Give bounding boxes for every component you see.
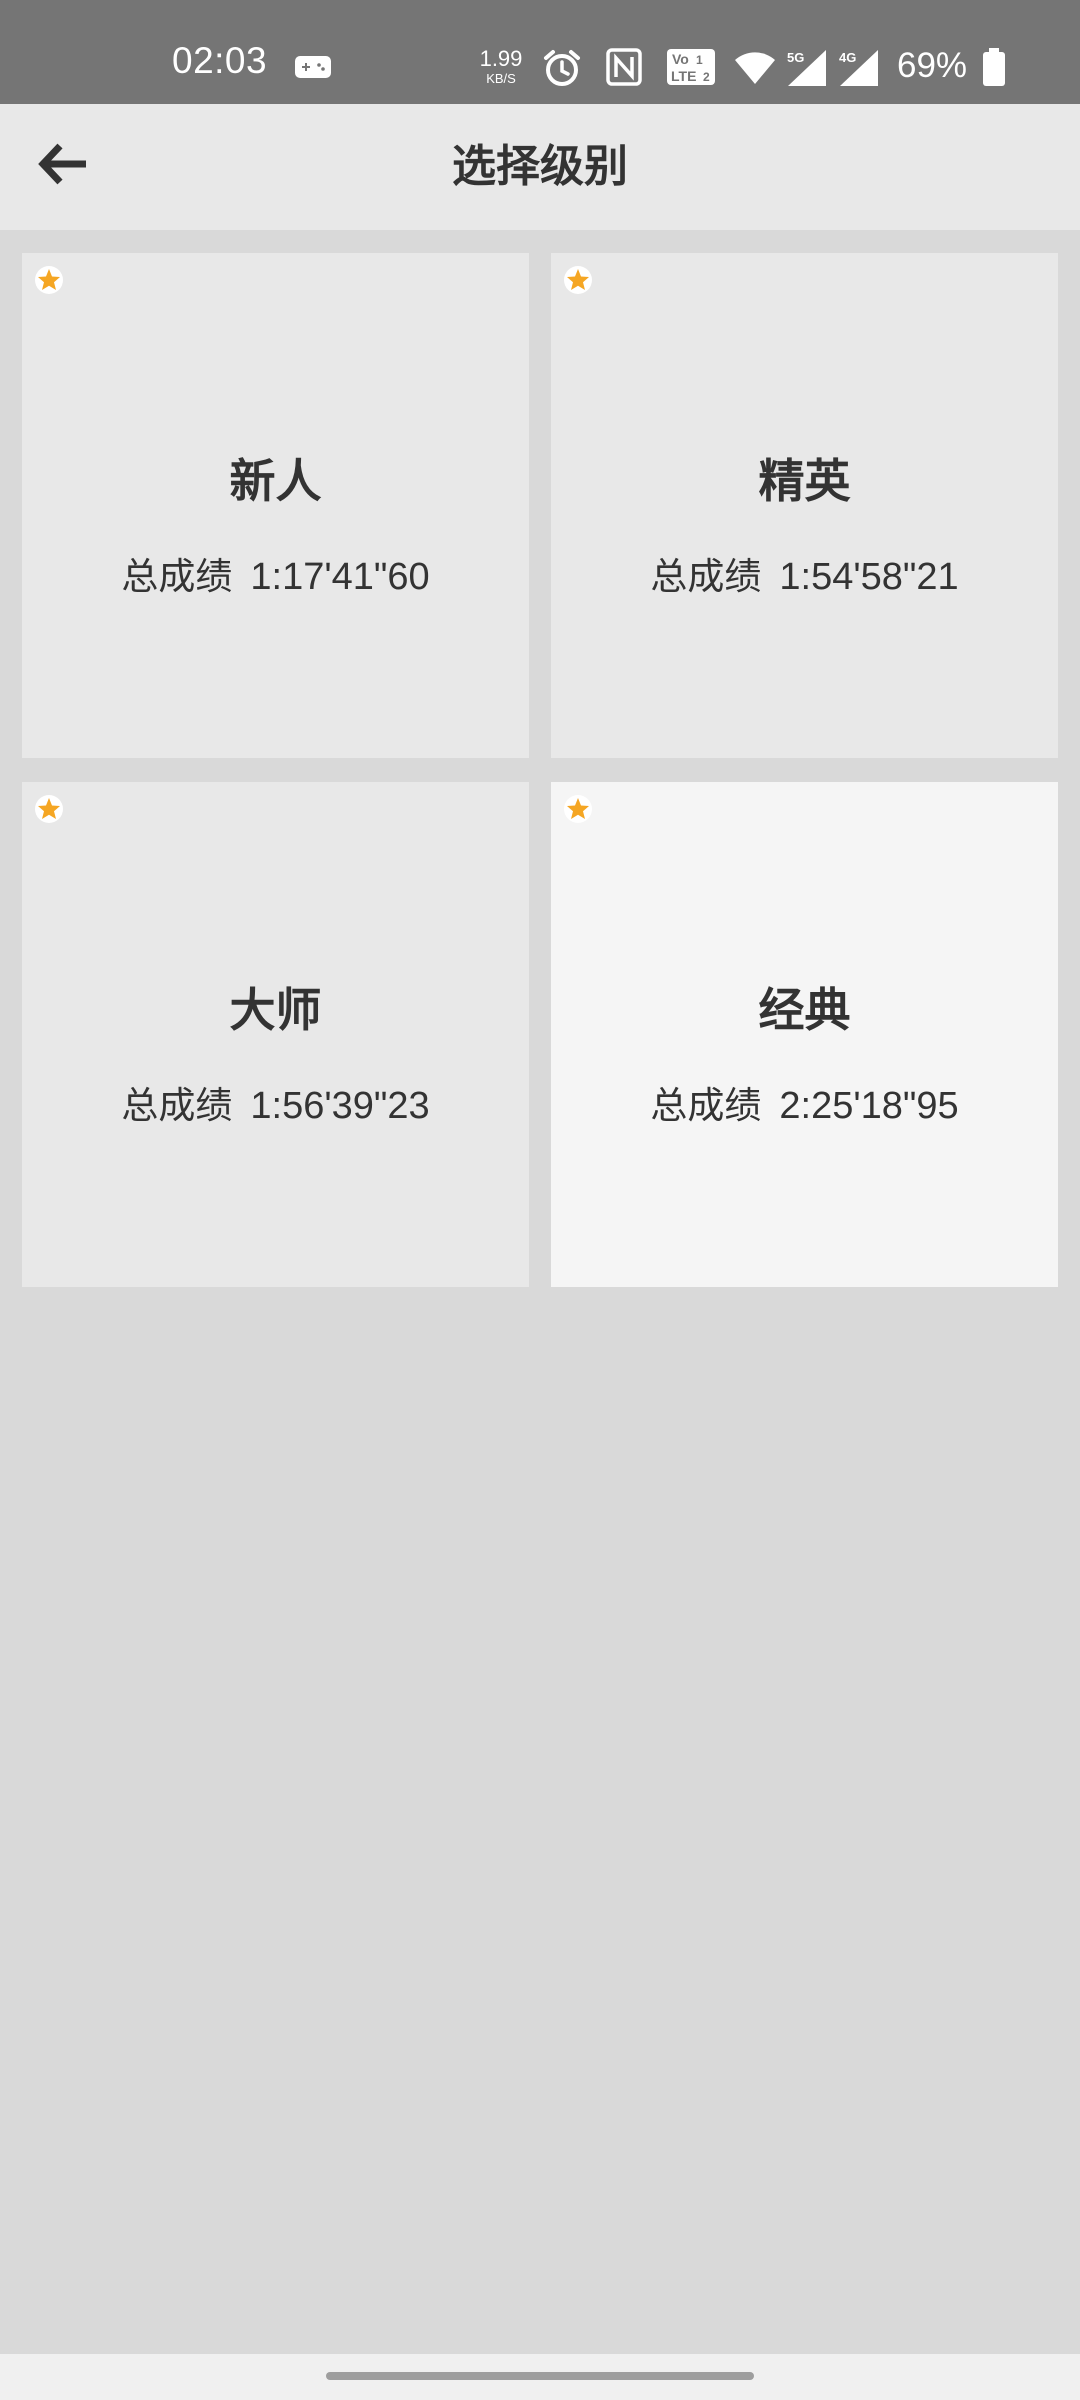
signal-5g-icon: 5G xyxy=(786,48,830,92)
score-label: 总成绩 xyxy=(650,1084,762,1127)
svg-text:LTE: LTE xyxy=(671,68,696,84)
level-name: 精英 xyxy=(758,454,851,508)
page-title: 选择级别 xyxy=(452,141,628,192)
alarm-icon xyxy=(542,48,582,92)
score-row: 总成绩 1:54'58"21 xyxy=(551,558,1058,596)
score-value: 1:17'41"60 xyxy=(250,556,430,598)
score-label: 总成绩 xyxy=(121,1084,233,1127)
level-card-master[interactable]: 大师 总成绩 1:56'39"23 xyxy=(22,782,529,1287)
gesture-handle[interactable] xyxy=(326,2372,754,2380)
level-card-newcomer[interactable]: 新人 总成绩 1:17'41"60 xyxy=(22,253,529,758)
svg-text:2: 2 xyxy=(703,70,710,84)
status-bar: 02:03 1.99 KB/S Vo 1 LTE 2 5G 4G 69% xyxy=(0,0,1080,104)
score-row: 总成绩 1:56'39"23 xyxy=(22,1087,529,1125)
nfc-icon xyxy=(606,48,642,90)
navigation-bar xyxy=(0,2354,1080,2400)
game-icon xyxy=(295,56,331,78)
net-speed-value: 1.99 xyxy=(479,46,523,71)
level-name: 大师 xyxy=(229,983,322,1037)
signal-4g-icon: 4G xyxy=(838,48,882,92)
score-label: 总成绩 xyxy=(650,555,762,598)
score-row: 总成绩 1:17'41"60 xyxy=(22,558,529,596)
score-row: 总成绩 2:25'18"95 xyxy=(551,1087,1058,1125)
level-name: 新人 xyxy=(229,454,322,508)
battery-percent: 69% xyxy=(897,46,968,85)
net-speed: 1.99 KB/S xyxy=(478,46,524,86)
volte-icon: Vo 1 LTE 2 xyxy=(666,48,716,90)
back-arrow-icon xyxy=(38,142,90,190)
app-bar: 选择级别 xyxy=(0,104,1080,230)
svg-text:5G: 5G xyxy=(787,50,804,65)
svg-text:Vo: Vo xyxy=(672,51,689,67)
score-label: 总成绩 xyxy=(121,555,233,598)
star-icon xyxy=(34,265,64,295)
score-value: 1:56'39"23 xyxy=(250,1085,430,1127)
level-card-elite[interactable]: 精英 总成绩 1:54'58"21 xyxy=(551,253,1058,758)
star-icon xyxy=(563,794,593,824)
battery-icon xyxy=(981,48,1007,92)
star-icon xyxy=(34,794,64,824)
level-name: 经典 xyxy=(758,983,851,1037)
svg-text:1: 1 xyxy=(696,53,703,67)
level-card-classic[interactable]: 经典 总成绩 2:25'18"95 xyxy=(551,782,1058,1287)
back-button[interactable] xyxy=(20,128,108,204)
net-speed-unit: KB/S xyxy=(486,71,516,86)
wifi-icon xyxy=(733,48,777,90)
svg-text:4G: 4G xyxy=(839,50,856,65)
star-icon xyxy=(563,265,593,295)
status-time: 02:03 xyxy=(172,40,268,81)
score-value: 1:54'58"21 xyxy=(779,556,959,598)
score-value: 2:25'18"95 xyxy=(779,1085,959,1127)
